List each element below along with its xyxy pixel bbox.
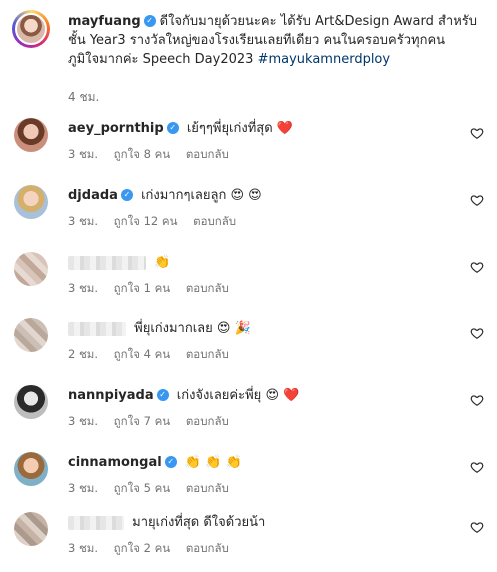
comment-username[interactable]: cinnamongal bbox=[68, 455, 162, 470]
comment-likes[interactable]: ถูกใจ 1 คน bbox=[114, 281, 170, 295]
comment-text: aey_pornthip ✓ เย้ๆๆพี่ยุเก่งที่สุด ❤️ bbox=[68, 120, 293, 138]
like-heart-icon[interactable] bbox=[470, 326, 484, 340]
comment-item: cinnamongal ✓ 👏 👏 👏 3 ชม. ถูกใจ 5 คน ตอบก… bbox=[10, 452, 490, 512]
comment-meta: 3 ชม. ถูกใจ 12 คน ตอบกลับ bbox=[68, 213, 248, 231]
comment-body: เก่งมากๆเลยลูก bbox=[141, 188, 227, 203]
caption-text: mayfuang ✓ ดีใจกับมายุด้วยนะคะ ได้รับ Art&… bbox=[68, 12, 488, 69]
comment-text: nannpiyada ✓ เก่งจังเลยค่ะพี่ยุ 😍 ❤️ bbox=[68, 387, 299, 405]
like-heart-icon[interactable] bbox=[470, 193, 484, 207]
commenter-avatar[interactable] bbox=[14, 452, 48, 486]
comment-meta: 3 ชม. ถูกใจ 8 คน ตอบกลับ bbox=[68, 146, 241, 164]
comment-emoji: 😍 ❤️ bbox=[265, 388, 300, 403]
comment-text: djdada ✓ เก่งมากๆเลยลูก 😍 😍 bbox=[68, 187, 262, 205]
comment-time[interactable]: 3 ชม. bbox=[68, 214, 98, 228]
like-heart-icon[interactable] bbox=[470, 460, 484, 474]
comment-item: พี่ยุเก่งมากเลย 😍 🎉 2 ชม. ถูกใจ 4 คน ตอบ… bbox=[10, 318, 490, 378]
comment-body: เก่งจังเลยค่ะพี่ยุ bbox=[176, 388, 262, 403]
caption-line-1: ดีใจกับมายุด้วยนะคะ ได้รับ Art&Design Aw… bbox=[159, 14, 478, 29]
comment-time[interactable]: 3 ชม. bbox=[68, 541, 98, 555]
comment-emoji: 😍 🎉 bbox=[216, 321, 251, 336]
comment-time[interactable]: 3 ชม. bbox=[68, 147, 98, 161]
verified-icon: ✓ bbox=[156, 388, 169, 401]
comment-meta: 3 ชม. ถูกใจ 5 คน ตอบกลับ bbox=[68, 480, 241, 498]
comment-likes[interactable]: ถูกใจ 4 คน bbox=[114, 347, 170, 361]
commenter-avatar[interactable] bbox=[14, 252, 48, 286]
comment-time[interactable]: 3 ชม. bbox=[68, 281, 98, 295]
caption-timestamp[interactable]: 4 ชม. bbox=[68, 88, 99, 107]
comment-item: nannpiyada ✓ เก่งจังเลยค่ะพี่ยุ 😍 ❤️ 3 ชม… bbox=[10, 385, 490, 445]
commenter-avatar[interactable] bbox=[14, 385, 48, 419]
commenter-avatar[interactable] bbox=[14, 118, 48, 152]
verified-icon: ✓ bbox=[143, 14, 156, 27]
hashtag-link[interactable]: #mayukamnerdploy bbox=[258, 52, 391, 67]
commenter-avatar[interactable] bbox=[14, 185, 48, 219]
caption-username[interactable]: mayfuang bbox=[68, 14, 141, 29]
commenter-avatar[interactable] bbox=[14, 318, 48, 352]
comment-item: มายุเก่งที่สุด ดีใจด้วยน้า 3 ชม. ถูกใจ 2… bbox=[10, 512, 490, 572]
comment-meta: 3 ชม. ถูกใจ 1 คน ตอบกลับ bbox=[68, 280, 241, 298]
blurred-username[interactable] bbox=[68, 515, 124, 530]
verified-icon: ✓ bbox=[120, 188, 133, 201]
comment-time[interactable]: 3 ชม. bbox=[68, 481, 98, 495]
comment-likes[interactable]: ถูกใจ 5 คน bbox=[114, 481, 170, 495]
reply-button[interactable]: ตอบกลับ bbox=[186, 281, 229, 295]
comment-emoji: 👏 👏 👏 bbox=[184, 455, 242, 470]
comment-item: 👏 3 ชม. ถูกใจ 1 คน ตอบกลับ bbox=[10, 252, 490, 312]
comment-text: มายุเก่งที่สุด ดีใจด้วยน้า bbox=[68, 514, 265, 532]
comment-item: djdada ✓ เก่งมากๆเลยลูก 😍 😍 3 ชม. ถูกใจ 1… bbox=[10, 185, 490, 245]
comment-meta: 3 ชม. ถูกใจ 7 คน ตอบกลับ bbox=[68, 413, 241, 431]
blurred-username[interactable] bbox=[68, 255, 146, 270]
comment-username[interactable]: nannpiyada bbox=[68, 388, 154, 403]
comment-likes[interactable]: ถูกใจ 8 คน bbox=[114, 147, 170, 161]
comment-text: cinnamongal ✓ 👏 👏 👏 bbox=[68, 454, 242, 472]
comment-emoji: 😍 😍 bbox=[230, 188, 262, 203]
caption-line-2: ชั้น Year3 รางวัลใหญ่ของโรงเรียนเลยทีเดี… bbox=[68, 33, 446, 48]
comment-meta: 2 ชม. ถูกใจ 4 คน ตอบกลับ bbox=[68, 346, 241, 364]
like-heart-icon[interactable] bbox=[470, 393, 484, 407]
like-heart-icon[interactable] bbox=[470, 520, 484, 534]
comment-username[interactable]: aey_pornthip bbox=[68, 121, 164, 136]
comment-username[interactable]: djdada bbox=[68, 188, 118, 203]
like-heart-icon[interactable] bbox=[470, 126, 484, 140]
comment-time[interactable]: 3 ชม. bbox=[68, 414, 98, 428]
caption-line-3: ภูมิใจมากค่ะ Speech Day2023 bbox=[68, 52, 254, 67]
comment-likes[interactable]: ถูกใจ 7 คน bbox=[114, 414, 170, 428]
author-avatar[interactable] bbox=[12, 10, 50, 48]
like-heart-icon[interactable] bbox=[470, 260, 484, 274]
comment-item: aey_pornthip ✓ เย้ๆๆพี่ยุเก่งที่สุด ❤️ 3 … bbox=[10, 118, 490, 178]
blurred-username[interactable] bbox=[68, 321, 126, 336]
reply-button[interactable]: ตอบกลับ bbox=[186, 481, 229, 495]
comment-body: มายุเก่งที่สุด ดีใจด้วยน้า bbox=[132, 515, 266, 530]
reply-button[interactable]: ตอบกลับ bbox=[186, 541, 229, 555]
reply-button[interactable]: ตอบกลับ bbox=[186, 147, 229, 161]
verified-icon: ✓ bbox=[166, 121, 179, 134]
verified-icon: ✓ bbox=[164, 455, 177, 468]
comment-emoji: 👏 bbox=[154, 255, 171, 270]
reply-button[interactable]: ตอบกลับ bbox=[186, 347, 229, 361]
comment-text: 👏 bbox=[68, 254, 170, 272]
comment-meta: 3 ชม. ถูกใจ 2 คน ตอบกลับ bbox=[68, 540, 241, 558]
reply-button[interactable]: ตอบกลับ bbox=[186, 414, 229, 428]
comment-likes[interactable]: ถูกใจ 12 คน bbox=[114, 214, 178, 228]
reply-button[interactable]: ตอบกลับ bbox=[193, 214, 236, 228]
comment-emoji: ❤️ bbox=[276, 121, 293, 136]
comment-body: พี่ยุเก่งมากเลย bbox=[134, 321, 213, 336]
comment-time[interactable]: 2 ชม. bbox=[68, 347, 98, 361]
comment-likes[interactable]: ถูกใจ 2 คน bbox=[114, 541, 170, 555]
comment-body: เย้ๆๆพี่ยุเก่งที่สุด bbox=[186, 121, 273, 136]
commenter-avatar[interactable] bbox=[14, 512, 48, 546]
comment-text: พี่ยุเก่งมากเลย 😍 🎉 bbox=[68, 320, 251, 338]
